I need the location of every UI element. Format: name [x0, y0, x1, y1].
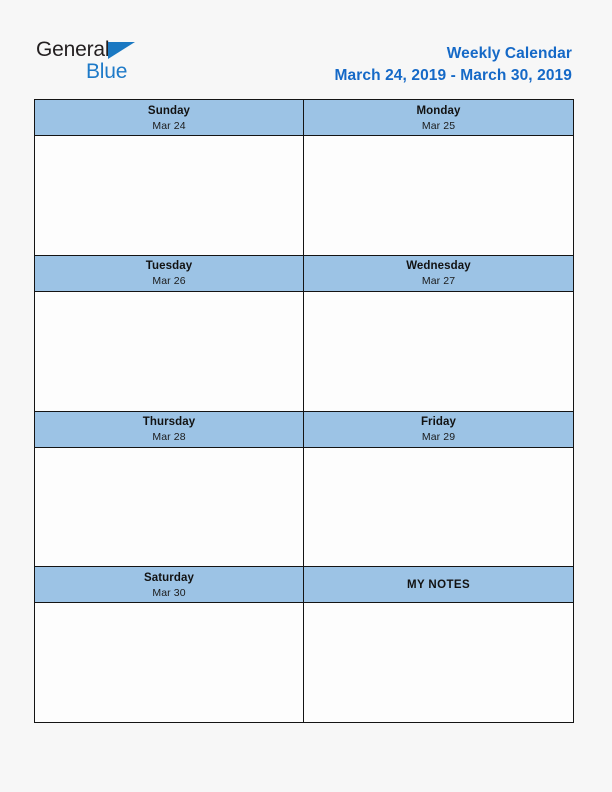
- day-header-strip: Thursday Mar 28 Friday Mar 29: [35, 411, 573, 448]
- page-title: Weekly Calendar: [446, 45, 572, 62]
- day-date: Mar 26: [152, 275, 186, 288]
- notes-label: MY NOTES: [406, 579, 471, 592]
- notes-entry-area[interactable]: [304, 603, 573, 722]
- calendar-row: Sunday Mar 24 Monday Mar 25: [35, 100, 573, 256]
- day-name: Thursday: [142, 416, 196, 428]
- day-header-sunday: Sunday Mar 24: [35, 100, 304, 135]
- brand-name-general: General: [36, 38, 110, 61]
- day-name: Sunday: [147, 104, 191, 117]
- day-header-strip: Tuesday Mar 26 Wednesday Mar 27: [35, 255, 573, 292]
- day-header-thursday: Thursday Mar 28: [35, 411, 304, 447]
- calendar-row: Thursday Mar 28 Friday Mar 29: [35, 411, 573, 568]
- calendar-grid: Sunday Mar 24 Monday Mar 25 Tuesday Mar …: [34, 99, 574, 723]
- calendar-page: General Blue Weekly Calendar March 24, 2…: [0, 0, 612, 792]
- day-entry-area-sunday[interactable]: [35, 136, 304, 255]
- day-entry-area-monday[interactable]: [304, 136, 573, 255]
- masthead: General Blue Weekly Calendar March 24, 2…: [0, 0, 612, 99]
- brand-name-blue: Blue: [86, 60, 128, 83]
- triangle-icon: [108, 42, 135, 59]
- day-body-strip: [35, 603, 573, 722]
- day-header-strip: Saturday Mar 30 MY NOTES: [35, 567, 573, 604]
- day-body-strip: [35, 447, 573, 568]
- day-name: Tuesday: [145, 260, 193, 273]
- day-date: Mar 29: [421, 431, 456, 443]
- day-entry-area-friday[interactable]: [304, 448, 573, 567]
- day-header-strip: Sunday Mar 24 Monday Mar 25: [35, 100, 573, 136]
- date-range: March 24, 2019 - March 30, 2019: [334, 67, 572, 84]
- calendar-title-block: Weekly Calendar March 24, 2019 - March 3…: [335, 44, 572, 86]
- day-entry-area-tuesday[interactable]: [35, 291, 304, 411]
- day-header-saturday: Saturday Mar 30: [35, 567, 304, 603]
- day-date: Mar 30: [152, 586, 186, 599]
- day-date: Mar 24: [152, 119, 186, 132]
- day-date: Mar 28: [152, 431, 186, 443]
- day-name: Monday: [416, 104, 461, 117]
- day-name: Saturday: [143, 571, 194, 584]
- day-entry-area-thursday[interactable]: [35, 447, 304, 567]
- day-entry-area-saturday[interactable]: [35, 603, 304, 722]
- calendar-row: Saturday Mar 30 MY NOTES: [35, 567, 573, 722]
- day-name: Wednesday: [406, 260, 471, 273]
- day-header-wednesday: Wednesday Mar 27: [304, 256, 573, 291]
- calendar-row: Tuesday Mar 26 Wednesday Mar 27: [35, 255, 573, 412]
- day-name: Friday: [420, 416, 457, 428]
- brand-logo: General Blue: [36, 38, 236, 90]
- notes-header: MY NOTES: [304, 567, 573, 602]
- day-entry-area-wednesday[interactable]: [304, 292, 573, 411]
- day-body-strip: [35, 291, 573, 412]
- day-header-tuesday: Tuesday Mar 26: [35, 255, 304, 291]
- day-body-strip: [35, 136, 573, 256]
- day-header-friday: Friday Mar 29: [304, 412, 573, 447]
- day-date: Mar 27: [421, 275, 456, 288]
- day-header-monday: Monday Mar 25: [304, 100, 573, 135]
- day-date: Mar 25: [421, 119, 456, 132]
